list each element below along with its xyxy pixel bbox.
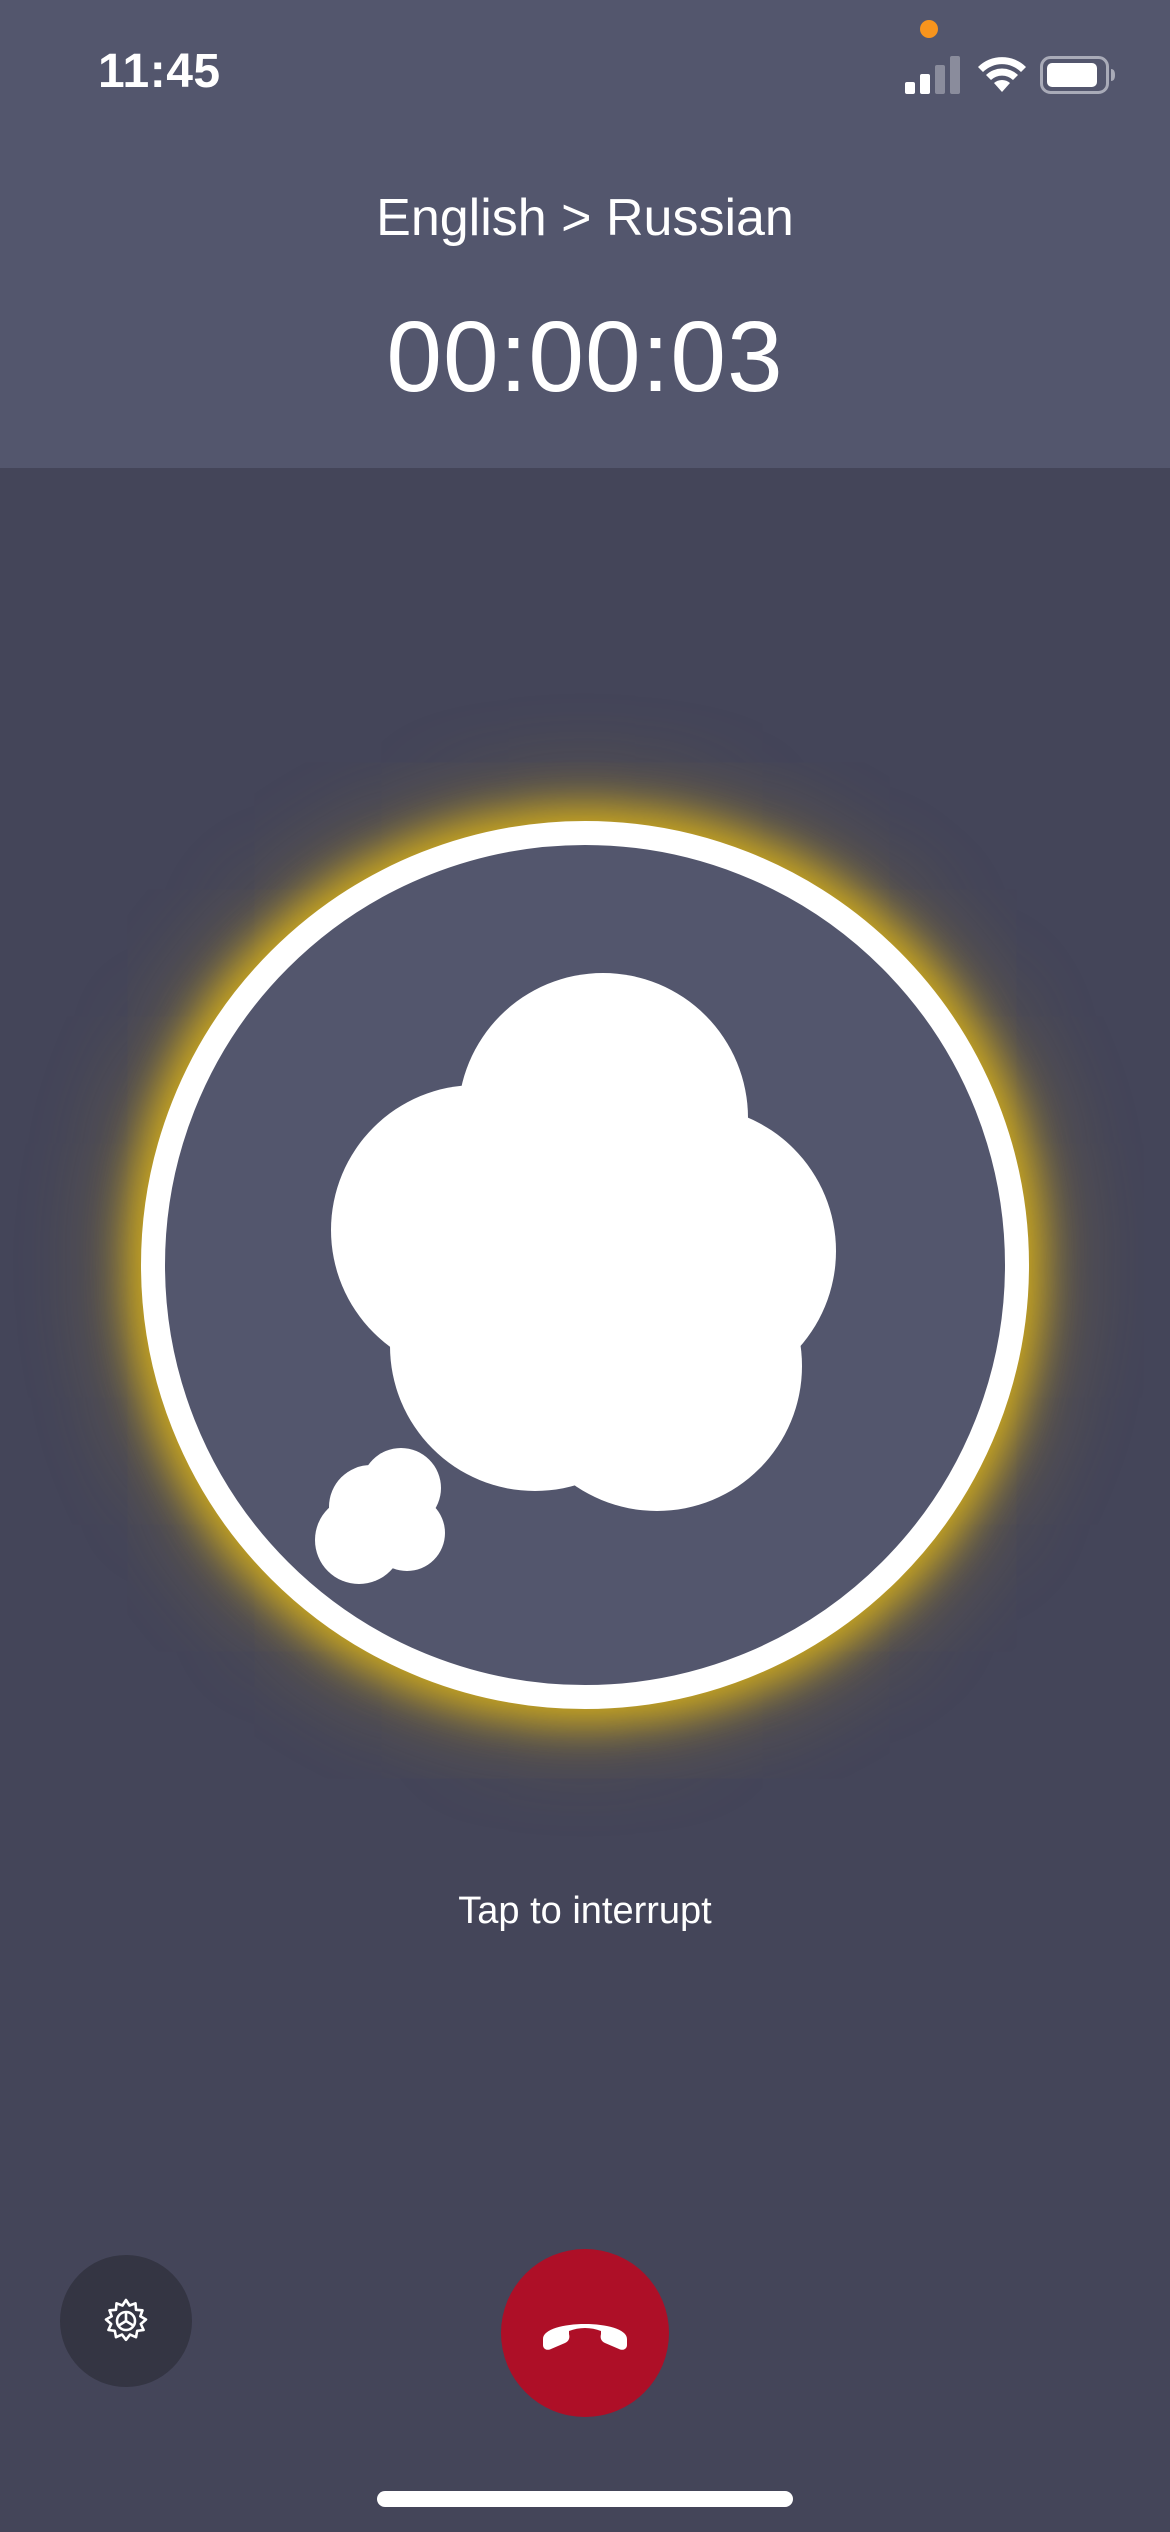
tap-to-interrupt-hint: Tap to interrupt [458,1890,712,1932]
home-indicator[interactable] [377,2491,793,2507]
end-call-button[interactable] [501,2249,669,2417]
thought-bubble-icon [315,973,836,1584]
call-timer: 00:00:03 [386,301,784,413]
phone-hangup-icon [543,2324,627,2350]
cellular-signal-icon [905,56,960,94]
wifi-icon [978,57,1026,92]
call-header: 11:45 English > Russian 00:00:03 [0,0,1170,468]
battery-icon [1040,56,1115,94]
gear-icon [104,2298,148,2342]
voice-call-screen: 11:45 English > Russian 00:00:03 Tap to … [0,0,1170,2532]
settings-button[interactable] [60,2255,192,2387]
interrupt-circle-button[interactable] [141,821,1029,1709]
microphone-indicator-dot [920,20,938,38]
status-time: 11:45 [98,45,221,98]
language-pair-title: English > Russian [376,189,794,247]
